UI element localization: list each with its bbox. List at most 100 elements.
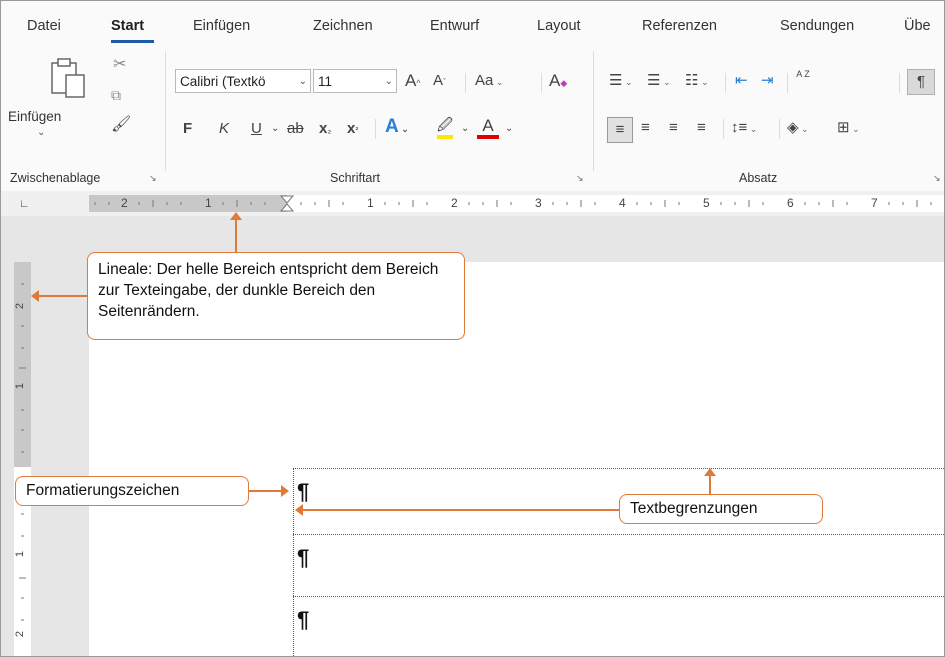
tab-selector-icon[interactable]: ∟ [19,198,30,210]
ruler-label: 6 [787,196,794,210]
shrink-font-icon[interactable]: Aˇ [433,71,446,92]
arrow-head-icon [295,504,303,516]
font-color-icon[interactable]: A [477,117,499,139]
paste-label: Einfügen [8,109,62,124]
divider [779,119,780,139]
tab-start[interactable]: Start [111,18,144,34]
callout-arrow [39,295,87,297]
ruler-label: 2 [451,196,458,210]
align-right-button[interactable]: ≡ [669,118,678,138]
cut-icon[interactable]: ✂ [113,55,126,75]
ruler-label: 1 [205,196,212,210]
clear-formatting-icon[interactable]: A◆ [549,71,567,93]
font-size-combo[interactable]: 11 ⌄ [313,69,397,93]
chevron-down-icon: ⌄ [298,76,307,87]
divider [375,119,376,139]
ruler-label: 2 [14,302,27,310]
tab-referenzen[interactable]: Referenzen [642,18,717,34]
ruler-label: 2 [121,196,128,210]
highlight-color-icon[interactable]: 🖉 [437,117,453,139]
dialog-launcher-icon[interactable]: ↘ [576,173,586,183]
superscript-button[interactable]: x² [347,119,358,140]
bold-button[interactable]: F [183,119,192,139]
divider [465,73,466,93]
callout-arrow [303,509,619,511]
show-formatting-marks-button[interactable]: ¶ [907,69,935,95]
ribbon: Einfügen ⌄ ✂ ⧉ 🖌 Zwischenablage ↘ Calibr… [1,45,944,192]
tab-sendungen[interactable]: Sendungen [780,18,854,34]
ruler-label: 3 [535,196,542,210]
align-center-button[interactable]: ≡ [641,118,650,138]
text-bounds-callout-text: Textbegrenzungen [630,500,758,517]
divider [787,73,788,93]
chevron-down-icon[interactable]: ⌄ [461,119,469,139]
hanging-indent-marker [279,203,295,212]
ruler-label: 1 [14,382,27,390]
align-left-button[interactable]: ≡ [607,117,633,143]
font-name-combo[interactable]: Calibri (Textkö ⌄ [175,69,311,93]
tab-layout[interactable]: Layout [537,18,581,34]
paste-button[interactable]: Einfügen ⌄ [8,55,85,145]
dialog-launcher-icon[interactable]: ↘ [149,173,159,183]
callout-arrow [709,476,711,494]
sort-icon[interactable]: A Z [795,69,811,79]
rulers-callout: Lineale: Der helle Bereich entspricht de… [87,252,465,340]
shading-icon[interactable]: ◈ ⌄ [787,118,809,139]
ruler-label: 5 [703,196,710,210]
workspace-background [1,262,14,656]
numbering-icon[interactable]: ☰ ⌄ [647,71,671,92]
font-group-label: Schriftart [330,171,381,185]
strikethrough-button[interactable]: ab [287,119,304,139]
decrease-indent-icon[interactable]: ⇤ [735,71,748,91]
callout-arrow [235,219,237,252]
text-effects-icon[interactable]: A ⌄ [385,117,409,139]
paragraph-mark[interactable]: ¶ [297,545,309,571]
text-boundary-line [293,468,294,656]
line-spacing-icon[interactable]: ↕≡ ⌄ [731,118,757,139]
italic-button[interactable]: K [219,119,229,139]
tab-einfuegen[interactable]: Einfügen [193,18,250,34]
tab-entwurf[interactable]: Entwurf [430,18,479,34]
vertical-ruler[interactable]: 2 1 1 2 [14,262,31,656]
multilevel-list-icon[interactable]: ☷ ⌄ [685,71,709,92]
paragraph-mark[interactable]: ¶ [297,607,309,633]
horizontal-ruler[interactable]: 2 1 1 2 3 4 5 6 7 [89,195,944,212]
grow-font-icon[interactable]: A^ [405,71,421,93]
ruler-label: 1 [14,550,27,558]
dialog-launcher-icon[interactable]: ↘ [933,173,943,183]
underline-button[interactable]: U [251,119,262,139]
bullets-icon[interactable]: ☰ ⌄ [609,71,633,92]
format-painter-icon[interactable]: 🖌 [111,115,131,135]
workspace-background [31,262,89,656]
borders-icon[interactable]: ⊞ ⌄ [837,118,860,139]
word-window: Datei Start Einfügen Zeichnen Entwurf La… [0,0,945,657]
active-tab-indicator [111,40,154,43]
format-marks-callout: Formatierungszeichen [15,476,249,506]
text-bounds-callout: Textbegrenzungen [619,494,823,524]
tab-datei[interactable]: Datei [27,18,61,34]
increase-indent-icon[interactable]: ⇥ [761,71,774,91]
change-case-icon[interactable]: Aa ⌄ [475,71,503,92]
paragraph-mark[interactable]: ¶ [297,479,309,505]
clipboard-group-label: Zwischenablage [10,171,101,185]
rulers-callout-text: Lineale: Der helle Bereich entspricht de… [98,261,439,320]
ruler-label: 1 [367,196,374,210]
tab-ueberpruefen[interactable]: Übe [904,18,931,34]
tab-zeichnen[interactable]: Zeichnen [313,18,373,34]
ruler-ticks [19,283,26,621]
text-boundary-line [293,534,944,535]
justify-button[interactable]: ≡ [697,118,706,138]
divider [541,73,542,93]
ruler-label: 4 [619,196,626,210]
chevron-down-icon[interactable]: ⌄ [271,119,279,139]
paragraph-group-label: Absatz [739,171,778,185]
text-boundary-line [293,468,944,469]
copy-icon[interactable]: ⧉ [111,85,121,105]
text-boundary-line [293,596,944,597]
chevron-down-icon[interactable]: ⌄ [505,119,513,139]
divider [723,119,724,139]
subscript-button[interactable]: x₂ [319,119,331,140]
callout-arrow [249,490,281,492]
chevron-down-icon: ⌄ [384,76,393,87]
ruler-label: 2 [14,630,27,638]
